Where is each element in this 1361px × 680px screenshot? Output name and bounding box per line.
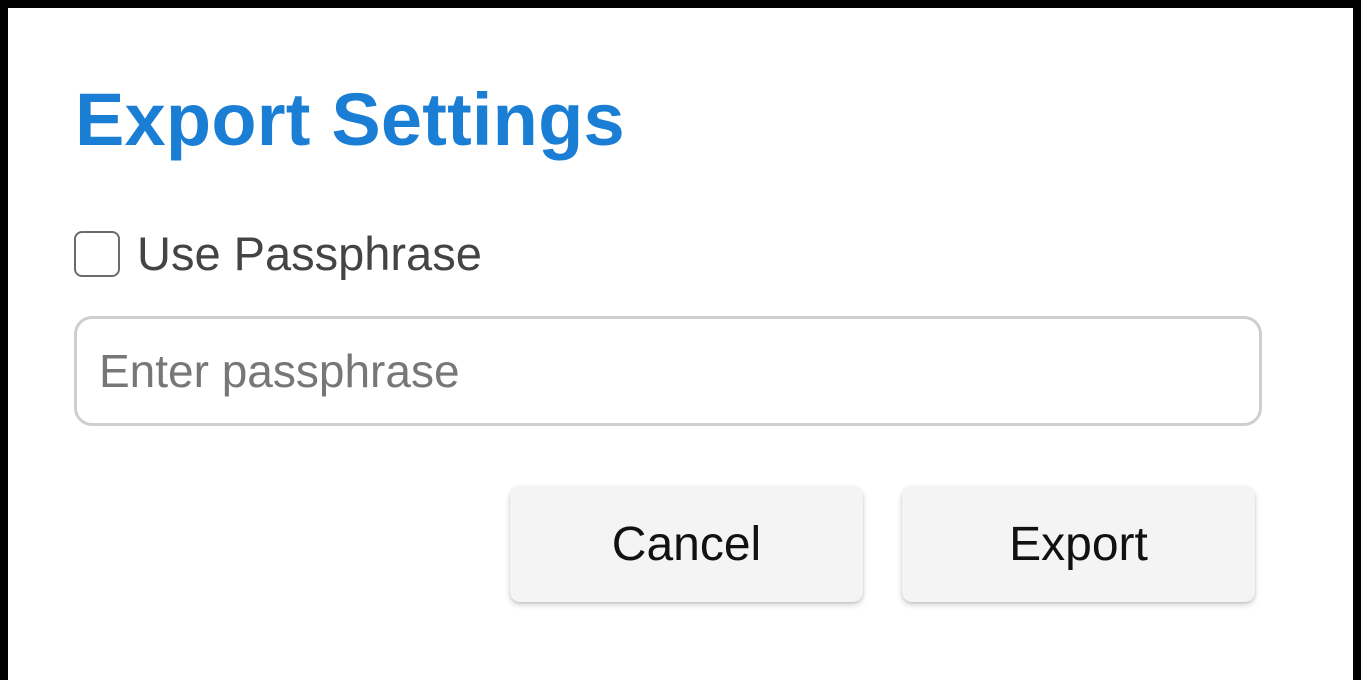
use-passphrase-checkbox[interactable] bbox=[74, 231, 120, 277]
use-passphrase-row[interactable]: Use Passphrase bbox=[74, 220, 482, 288]
cancel-button[interactable]: Cancel bbox=[510, 486, 863, 602]
passphrase-input[interactable] bbox=[74, 316, 1262, 426]
export-settings-dialog: Export Settings Use Passphrase Cancel Ex… bbox=[8, 8, 1353, 680]
use-passphrase-label[interactable]: Use Passphrase bbox=[137, 220, 482, 288]
export-button[interactable]: Export bbox=[902, 486, 1255, 602]
window-frame: Export Settings Use Passphrase Cancel Ex… bbox=[0, 0, 1361, 680]
dialog-title: Export Settings bbox=[75, 78, 625, 161]
